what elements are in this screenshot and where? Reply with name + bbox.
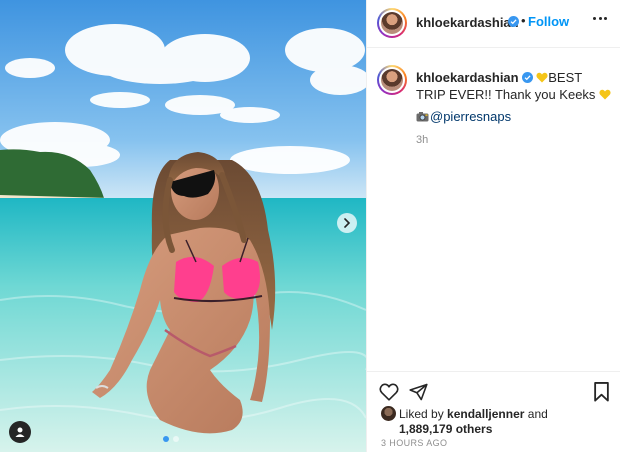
paper-plane-icon[interactable] bbox=[409, 383, 428, 401]
mention-link[interactable]: @pierresnaps bbox=[430, 109, 511, 124]
caption-username[interactable]: khloekardashian bbox=[416, 70, 519, 85]
liker-avatar[interactable] bbox=[381, 406, 396, 421]
post-header: khloekardashian • Follow bbox=[367, 0, 620, 48]
chevron-right-icon bbox=[344, 218, 351, 228]
liked-prefix: Liked by bbox=[399, 407, 444, 421]
carousel-indicator bbox=[163, 436, 179, 442]
post-timestamp[interactable]: 3 HOURS AGO bbox=[381, 438, 447, 448]
likes-summary: Liked by kendalljenner and 1,889,179 oth… bbox=[381, 406, 611, 437]
header-separator: • bbox=[521, 13, 526, 28]
caption-mention-line: @pierresnaps bbox=[416, 109, 511, 124]
camera-emoji bbox=[416, 112, 429, 122]
beach-photo bbox=[0, 0, 366, 452]
liker-username[interactable]: kendalljenner bbox=[447, 407, 524, 421]
follow-button[interactable]: Follow bbox=[528, 14, 569, 29]
bookmark-icon[interactable] bbox=[593, 382, 610, 402]
heart-outline-icon[interactable] bbox=[379, 383, 399, 401]
carousel-next-button[interactable] bbox=[337, 213, 357, 233]
post-side-panel: khloekardashian • Follow khloekardashian… bbox=[366, 0, 620, 452]
verified-badge-icon bbox=[508, 16, 519, 27]
caption-time: 3h bbox=[416, 134, 429, 146]
tagged-users-button[interactable] bbox=[9, 421, 31, 443]
header-username[interactable]: khloekardashian bbox=[416, 15, 519, 30]
liked-and: and bbox=[527, 407, 548, 421]
post-photo[interactable] bbox=[0, 0, 366, 452]
yellow-heart-emoji bbox=[599, 89, 611, 100]
carousel-dot-active bbox=[163, 436, 169, 442]
carousel-dot bbox=[173, 436, 179, 442]
more-options-icon[interactable] bbox=[593, 17, 607, 20]
others-count[interactable]: 1,889,179 others bbox=[399, 422, 492, 436]
caption-avatar[interactable] bbox=[377, 65, 407, 95]
avatar[interactable] bbox=[377, 8, 407, 38]
caption-text: khloekardashian BEST TRIP EVER!! Thank y… bbox=[416, 69, 612, 103]
post-actions: Liked by kendalljenner and 1,889,179 oth… bbox=[367, 371, 620, 452]
user-tag-icon bbox=[15, 427, 25, 437]
verified-badge-icon bbox=[521, 72, 533, 83]
yellow-heart-emoji bbox=[536, 72, 548, 83]
